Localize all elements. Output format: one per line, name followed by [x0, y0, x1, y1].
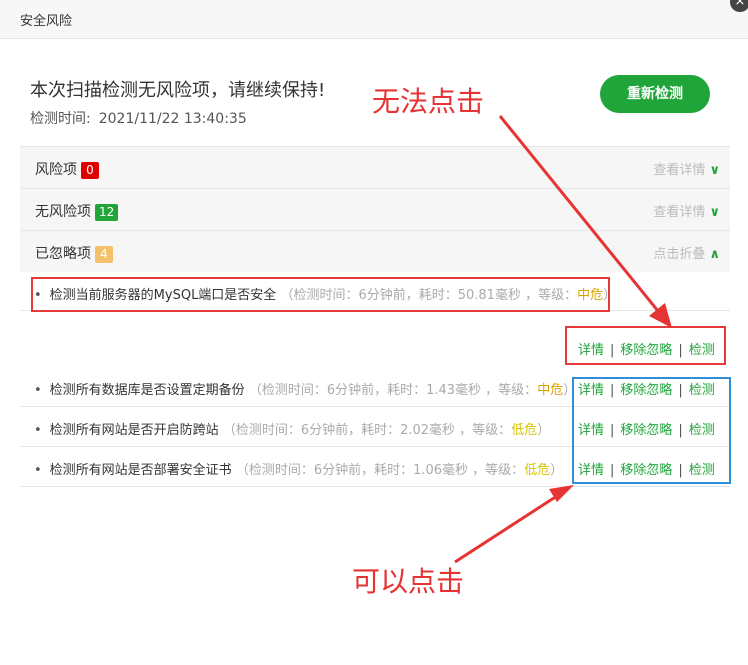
arrow-line-can [454, 492, 561, 564]
arrow-line-cannot [498, 115, 664, 317]
arrow-head-cannot [649, 303, 672, 328]
annotation-cannot-click: 无法点击 [372, 85, 485, 118]
annotation-can-click: 可以点击 [352, 565, 465, 598]
